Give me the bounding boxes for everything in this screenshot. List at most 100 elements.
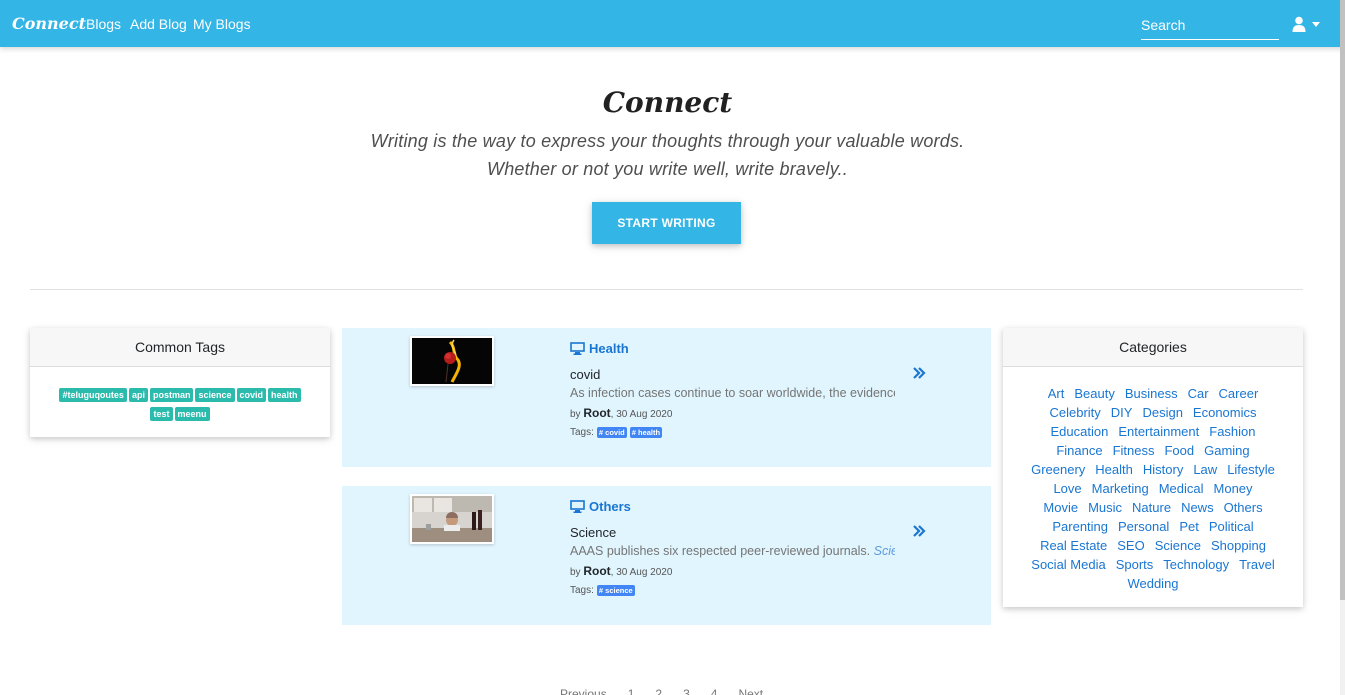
nav-blogs[interactable]: Blogs bbox=[86, 16, 121, 32]
category-link[interactable]: Fashion bbox=[1209, 422, 1255, 441]
pagination-page[interactable]: 4 bbox=[711, 687, 718, 695]
category-link[interactable]: Lifestyle bbox=[1227, 460, 1275, 479]
angle-double-right-icon[interactable] bbox=[912, 366, 926, 380]
category-link[interactable]: Fitness bbox=[1113, 441, 1155, 460]
category-link[interactable]: Greenery bbox=[1031, 460, 1085, 479]
category-link[interactable]: Shopping bbox=[1211, 536, 1266, 555]
post-tags-label: Tags: bbox=[570, 427, 594, 438]
post-card: Health covid As infection cases continue… bbox=[342, 328, 991, 467]
category-link[interactable]: Beauty bbox=[1074, 384, 1114, 403]
user-menu-dropdown[interactable] bbox=[1292, 14, 1324, 34]
caret-down-icon bbox=[1312, 21, 1320, 27]
post-category-link[interactable]: Health bbox=[570, 341, 629, 356]
post-card: Others Science AAAS publishes six respec… bbox=[342, 486, 991, 625]
tag-health[interactable]: health bbox=[268, 388, 301, 402]
hero-title: Connect bbox=[602, 86, 733, 119]
category-link[interactable]: Art bbox=[1048, 384, 1065, 403]
category-link[interactable]: Marketing bbox=[1092, 479, 1149, 498]
brand-logo[interactable]: Connect bbox=[12, 14, 86, 33]
category-link[interactable]: Celebrity bbox=[1049, 403, 1100, 422]
post-tag[interactable]: # health bbox=[629, 427, 663, 438]
category-link[interactable]: Education bbox=[1050, 422, 1108, 441]
category-link[interactable]: Design bbox=[1142, 403, 1182, 422]
angle-double-right-icon[interactable] bbox=[912, 524, 926, 538]
category-link[interactable]: Entertainment bbox=[1118, 422, 1199, 441]
category-link[interactable]: Car bbox=[1188, 384, 1209, 403]
category-link[interactable]: Economics bbox=[1193, 403, 1257, 422]
scrollbar-thumb[interactable] bbox=[1340, 0, 1345, 600]
category-link[interactable]: Career bbox=[1219, 384, 1259, 403]
category-link[interactable]: Law bbox=[1193, 460, 1217, 479]
search-box bbox=[1141, 12, 1279, 40]
post-tags: Tags: # covid # health bbox=[570, 427, 663, 438]
category-link[interactable]: Parenting bbox=[1052, 517, 1108, 536]
page-scrollbar[interactable] bbox=[1340, 0, 1345, 695]
hero-tagline-1: Writing is the way to express your thoug… bbox=[370, 131, 965, 151]
category-link[interactable]: Music bbox=[1088, 498, 1122, 517]
pagination-next[interactable]: Next bbox=[738, 687, 763, 695]
category-link[interactable]: Technology bbox=[1163, 555, 1229, 574]
pagination-previous[interactable]: Previous bbox=[560, 687, 607, 695]
category-link[interactable]: Gaming bbox=[1204, 441, 1250, 460]
post-excerpt: As infection cases continue to soar worl… bbox=[570, 386, 895, 400]
category-link[interactable]: Money bbox=[1214, 479, 1253, 498]
post-thumbnail[interactable] bbox=[410, 494, 494, 544]
category-link[interactable]: News bbox=[1181, 498, 1214, 517]
category-link[interactable]: Sports bbox=[1116, 555, 1154, 574]
common-tags-list: #teluguqoutes api postman science covid healt… bbox=[30, 367, 330, 424]
pagination: Previous 1 2 3 4 Next bbox=[560, 687, 763, 695]
nav-add-blog[interactable]: Add Blog bbox=[130, 16, 187, 32]
post-author: Root bbox=[583, 564, 611, 578]
pagination-page[interactable]: 3 bbox=[683, 687, 690, 695]
tag-teluguqoutes[interactable]: #teluguqoutes bbox=[59, 388, 127, 402]
start-writing-button[interactable]: START WRITING bbox=[592, 202, 741, 244]
category-link[interactable]: Real Estate bbox=[1040, 536, 1107, 555]
tag-postman[interactable]: postman bbox=[149, 388, 194, 402]
category-link[interactable]: Love bbox=[1053, 479, 1081, 498]
kitchen-girl-image bbox=[412, 496, 492, 542]
category-link[interactable]: SEO bbox=[1117, 536, 1144, 555]
post-category-link[interactable]: Others bbox=[570, 499, 631, 514]
category-link[interactable]: Business bbox=[1125, 384, 1178, 403]
nav-my-blogs[interactable]: My Blogs bbox=[193, 16, 251, 32]
post-excerpt-link[interactable]: Science bbox=[874, 544, 895, 558]
post-title[interactable]: covid bbox=[570, 367, 600, 382]
tag-test[interactable]: test bbox=[150, 407, 173, 421]
category-link[interactable]: Health bbox=[1095, 460, 1133, 479]
post-title[interactable]: Science bbox=[570, 525, 616, 540]
category-link[interactable]: Science bbox=[1155, 536, 1201, 555]
category-link[interactable]: Wedding bbox=[1127, 574, 1178, 593]
common-tags-card: Common Tags #teluguqoutes api postman scien… bbox=[30, 328, 330, 437]
category-link[interactable]: Nature bbox=[1132, 498, 1171, 517]
post-tag[interactable]: # science bbox=[596, 585, 635, 596]
post-date: 30 Aug 2020 bbox=[616, 567, 673, 578]
category-link[interactable]: Others bbox=[1224, 498, 1263, 517]
tag-api[interactable]: api bbox=[128, 388, 148, 402]
desktop-icon bbox=[570, 342, 585, 355]
pagination-page[interactable]: 1 bbox=[628, 687, 635, 695]
post-tag[interactable]: # covid bbox=[596, 427, 627, 438]
category-link[interactable]: Personal bbox=[1118, 517, 1169, 536]
post-category-label: Others bbox=[589, 499, 631, 514]
post-thumbnail[interactable] bbox=[410, 336, 494, 386]
pagination-page[interactable]: 2 bbox=[655, 687, 662, 695]
tag-covid[interactable]: covid bbox=[236, 388, 267, 402]
post-excerpt: AAAS publishes six respected peer-review… bbox=[570, 544, 895, 558]
category-link[interactable]: Medical bbox=[1159, 479, 1204, 498]
category-link[interactable]: Food bbox=[1164, 441, 1194, 460]
category-link[interactable]: Finance bbox=[1056, 441, 1102, 460]
category-link[interactable]: Movie bbox=[1043, 498, 1078, 517]
tag-meenu[interactable]: meenu bbox=[174, 407, 210, 421]
post-by: by bbox=[570, 409, 581, 420]
category-link[interactable]: Political bbox=[1209, 517, 1254, 536]
desktop-icon bbox=[570, 500, 585, 513]
category-link[interactable]: Pet bbox=[1179, 517, 1199, 536]
category-link[interactable]: Social Media bbox=[1031, 555, 1105, 574]
category-link[interactable]: DIY bbox=[1111, 403, 1133, 422]
category-link[interactable]: Travel bbox=[1239, 555, 1275, 574]
category-link[interactable]: History bbox=[1143, 460, 1183, 479]
search-input[interactable] bbox=[1141, 12, 1279, 38]
tag-science[interactable]: science bbox=[195, 388, 235, 402]
post-author: Root bbox=[583, 406, 611, 420]
categories-list: Art Beauty Business Car Career Celebrity DIY D… bbox=[1003, 367, 1303, 593]
